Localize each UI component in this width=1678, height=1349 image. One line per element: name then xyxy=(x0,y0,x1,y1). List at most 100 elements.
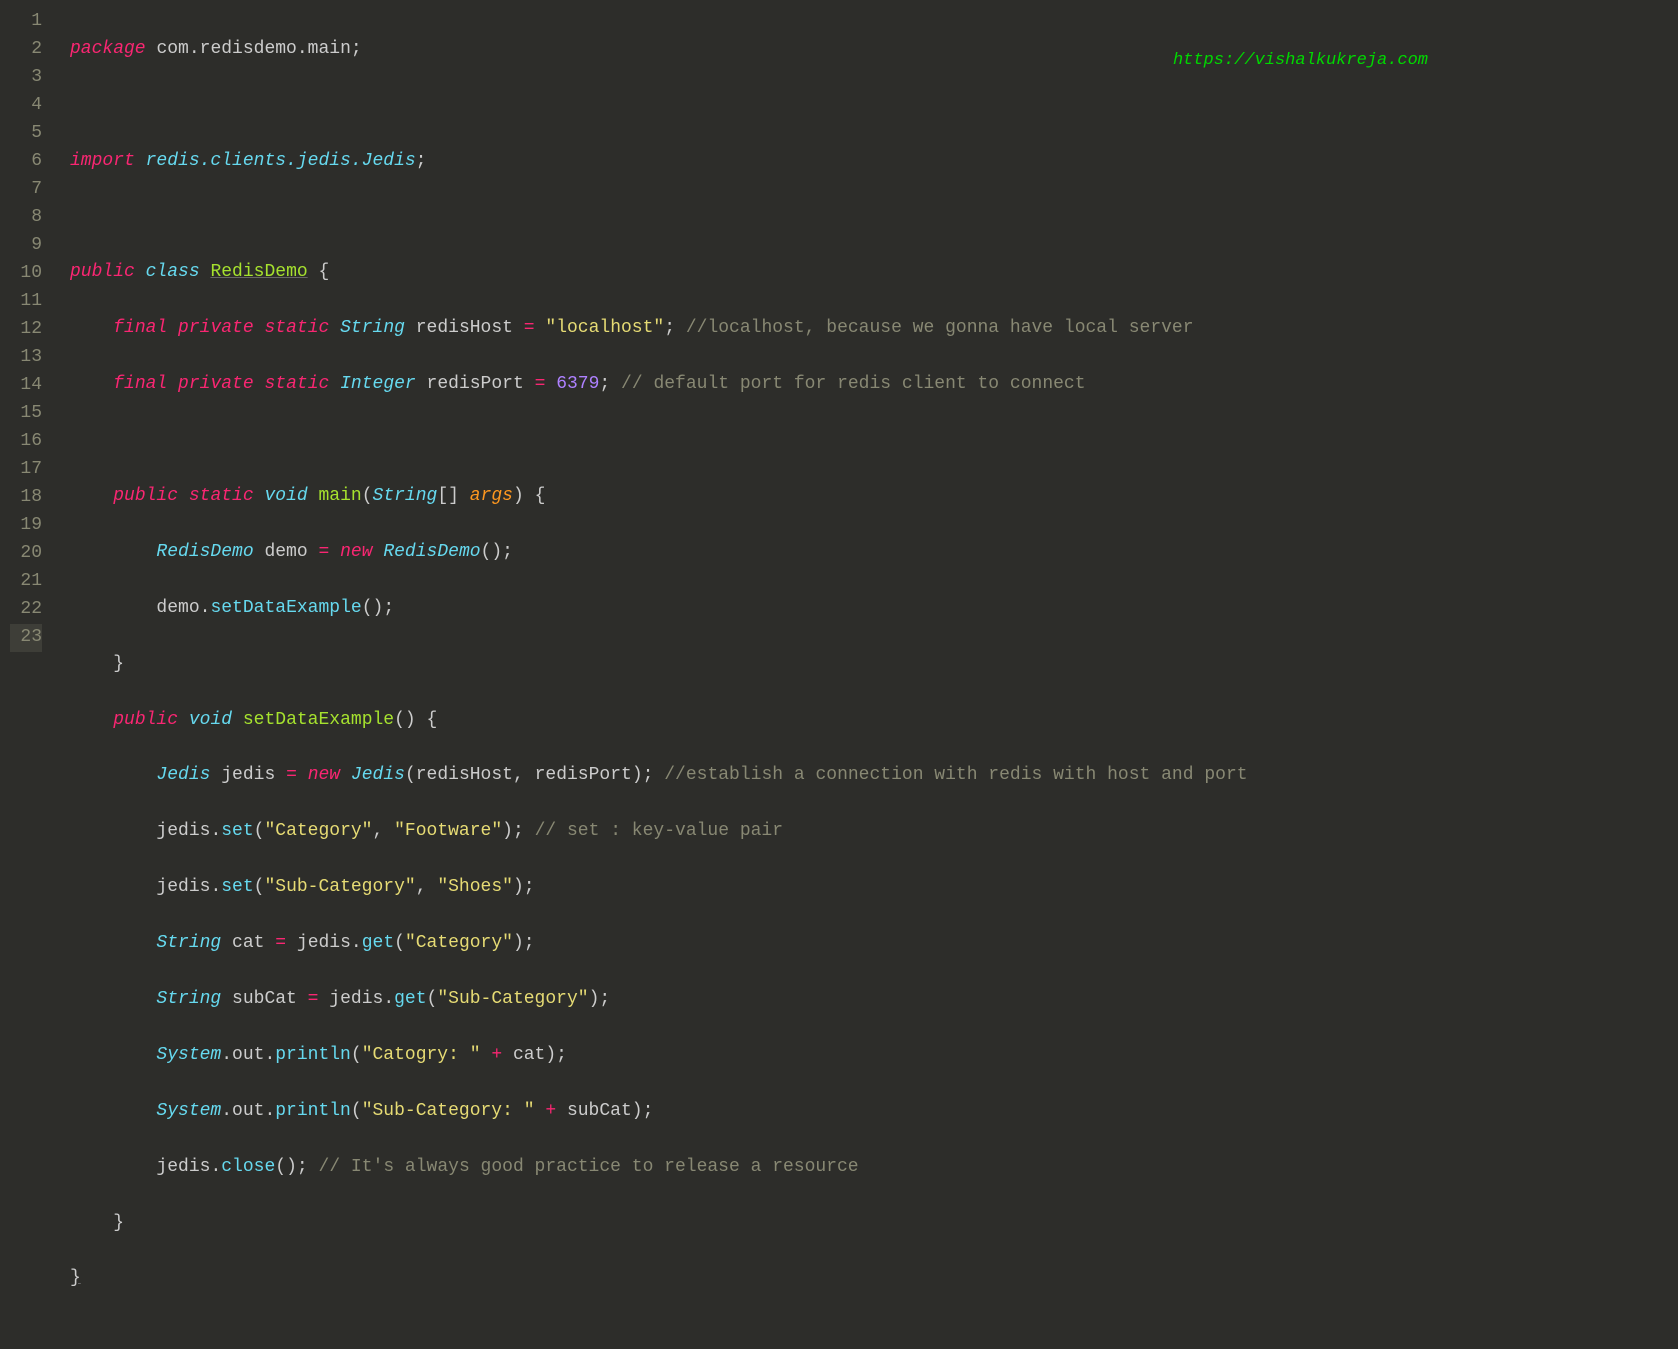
line-number: 15 xyxy=(10,400,42,428)
punct: ; xyxy=(599,374,610,394)
punct: { xyxy=(535,486,546,506)
code-line[interactable]: jedis.set("Category", "Footware"); // se… xyxy=(70,818,1678,846)
comment: // set : key-value pair xyxy=(535,821,783,841)
method-call: get xyxy=(394,989,426,1009)
keyword: new xyxy=(340,542,372,562)
operator: = xyxy=(318,542,329,562)
line-number: 11 xyxy=(10,288,42,316)
operator: = xyxy=(524,318,535,338)
code-line[interactable]: public void setDataExample() { xyxy=(70,707,1678,735)
type: Jedis xyxy=(351,765,405,785)
identifier: redisHost xyxy=(416,318,513,338)
identifier: jedis xyxy=(156,821,210,841)
number: 6379 xyxy=(556,374,599,394)
string: "localhost" xyxy=(545,318,664,338)
line-number: 2 xyxy=(10,36,42,64)
method-name: setDataExample xyxy=(243,710,394,730)
code-line[interactable]: Jedis jedis = new Jedis(redisHost, redis… xyxy=(70,762,1678,790)
method-call: println xyxy=(275,1045,351,1065)
string: "Shoes" xyxy=(437,877,513,897)
type: System xyxy=(156,1101,221,1121)
keyword: static xyxy=(264,374,329,394)
punct: ) xyxy=(513,877,524,897)
keyword: private xyxy=(178,374,254,394)
code-line[interactable]: jedis.close(); // It's always good pract… xyxy=(70,1154,1678,1182)
code-line[interactable]: } xyxy=(70,1210,1678,1238)
type: Jedis xyxy=(156,765,210,785)
type: System xyxy=(156,1045,221,1065)
identifier: jedis xyxy=(329,989,383,1009)
string: "Sub-Category: " xyxy=(362,1101,535,1121)
code-line[interactable]: package com.redisdemo.main; xyxy=(70,36,1678,64)
operator: = xyxy=(275,933,286,953)
keyword: void xyxy=(189,710,232,730)
comment: //localhost, because we gonna have local… xyxy=(686,318,1194,338)
punct: ) xyxy=(286,1157,297,1177)
punct: . xyxy=(210,877,221,897)
keyword: static xyxy=(264,318,329,338)
comment: // It's always good practice to release … xyxy=(319,1157,859,1177)
code-line[interactable] xyxy=(70,204,1678,232)
punct: ( xyxy=(254,877,265,897)
identifier: redisHost xyxy=(416,765,513,785)
import-path: redis.clients.jedis.Jedis xyxy=(146,151,416,171)
string: "Category" xyxy=(405,933,513,953)
line-number: 4 xyxy=(10,92,42,120)
type: String xyxy=(156,933,221,953)
line-number: 20 xyxy=(10,540,42,568)
identifier: jedis xyxy=(297,933,351,953)
line-number: 1 xyxy=(10,8,42,36)
identifier: .out. xyxy=(221,1101,275,1121)
method-call: set xyxy=(221,877,253,897)
line-number: 21 xyxy=(10,568,42,596)
punct: { xyxy=(318,262,329,282)
code-editor[interactable]: 1 2 3 4 5 6 7 8 9 10 11 12 13 14 15 16 1… xyxy=(0,0,1678,746)
keyword: class xyxy=(146,262,200,282)
punct: ( xyxy=(254,821,265,841)
identifier: cat xyxy=(513,1045,545,1065)
keyword: final xyxy=(113,318,167,338)
code-line[interactable]: jedis.set("Sub-Category", "Shoes"); xyxy=(70,874,1678,902)
code-line[interactable]: String cat = jedis.get("Category"); xyxy=(70,930,1678,958)
code-line[interactable]: final private static String redisHost = … xyxy=(70,315,1678,343)
identifier: subCat xyxy=(567,1101,632,1121)
code-line[interactable]: final private static Integer redisPort =… xyxy=(70,371,1678,399)
watermark-link[interactable]: https://vishalkukreja.com xyxy=(1173,48,1428,74)
comment: // default port for redis client to conn… xyxy=(621,374,1085,394)
package-name: com.redisdemo.main xyxy=(156,39,350,59)
code-line[interactable]: import redis.clients.jedis.Jedis; xyxy=(70,148,1678,176)
punct: ; xyxy=(599,989,610,1009)
keyword: public xyxy=(70,262,135,282)
string: "Sub-Category" xyxy=(264,877,415,897)
punct: ( xyxy=(394,710,405,730)
punct: , xyxy=(416,877,427,897)
keyword: private xyxy=(178,318,254,338)
code-area[interactable]: package com.redisdemo.main; import redis… xyxy=(60,0,1678,746)
code-line[interactable]: RedisDemo demo = new RedisDemo(); xyxy=(70,539,1678,567)
operator: + xyxy=(545,1101,556,1121)
punct: ; xyxy=(524,933,535,953)
code-line[interactable]: public static void main(String[] args) { xyxy=(70,483,1678,511)
code-line[interactable] xyxy=(70,427,1678,455)
punct: ) xyxy=(491,542,502,562)
code-line[interactable]: } xyxy=(70,651,1678,679)
punct: { xyxy=(427,710,438,730)
punct: ( xyxy=(362,598,373,618)
punct: ; xyxy=(643,1101,654,1121)
code-line[interactable]: } xyxy=(70,1265,1678,1293)
line-number: 5 xyxy=(10,120,42,148)
punct: ( xyxy=(394,933,405,953)
line-number: 12 xyxy=(10,316,42,344)
code-line[interactable]: System.out.println("Sub-Category: " + su… xyxy=(70,1098,1678,1126)
code-line[interactable] xyxy=(70,92,1678,120)
punct: . xyxy=(200,598,211,618)
line-gutter: 1 2 3 4 5 6 7 8 9 10 11 12 13 14 15 16 1… xyxy=(0,0,60,746)
punct: ; xyxy=(383,598,394,618)
code-line[interactable]: String subCat = jedis.get("Sub-Category"… xyxy=(70,986,1678,1014)
code-line[interactable]: public class RedisDemo { xyxy=(70,259,1678,287)
method-call: get xyxy=(362,933,394,953)
keyword: import xyxy=(70,151,135,171)
punct: } xyxy=(113,654,124,674)
code-line[interactable]: demo.setDataExample(); xyxy=(70,595,1678,623)
code-line[interactable]: System.out.println("Catogry: " + cat); xyxy=(70,1042,1678,1070)
